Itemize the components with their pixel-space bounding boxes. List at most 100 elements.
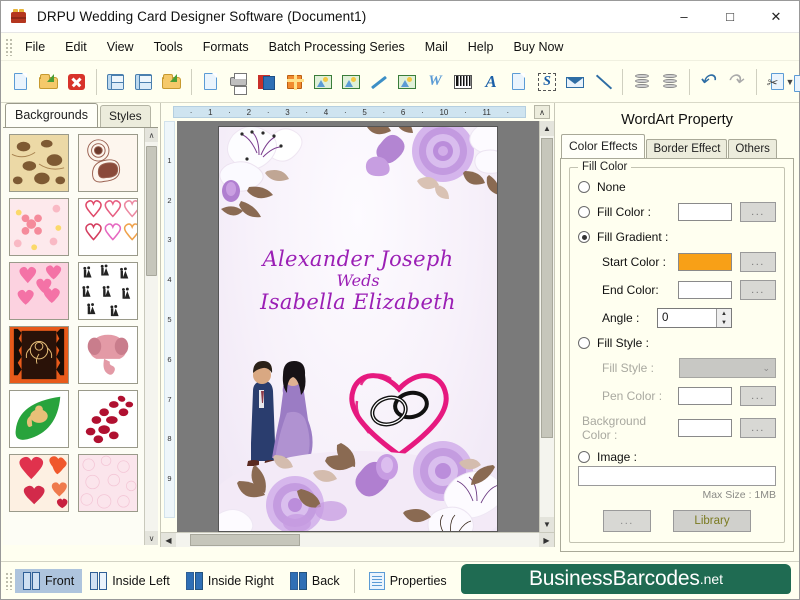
text-document-button[interactable]	[505, 67, 533, 97]
background-thumb-green-leaf-ganesha[interactable]	[9, 390, 69, 448]
menu-batch-processing-series[interactable]: Batch Processing Series	[259, 35, 415, 59]
start-color-swatch[interactable]	[678, 253, 732, 271]
background-color-browse-button[interactable]: ...	[740, 418, 776, 438]
close-document-button[interactable]	[63, 67, 91, 97]
card-side-front[interactable]: Front	[15, 569, 82, 593]
tab-styles[interactable]: Styles	[100, 105, 151, 127]
angle-decrement-button[interactable]: ▼	[717, 318, 731, 327]
barcode-button[interactable]	[449, 67, 477, 97]
vertical-ruler[interactable]: 1 2 3 4 5 6 7 8 9	[161, 121, 177, 532]
tab-backgrounds[interactable]: Backgrounds	[5, 103, 98, 127]
card-properties[interactable]: Properties	[361, 569, 455, 593]
background-thumb-red-rose-petals[interactable]	[78, 390, 138, 448]
canvas-scroll-right-button[interactable]: ▶	[539, 533, 554, 547]
canvas-scroll-down-button[interactable]: ▼	[540, 517, 554, 532]
import-button[interactable]	[158, 67, 186, 97]
background-thumb-wedding-couples[interactable]	[78, 262, 138, 320]
angle-stepper[interactable]: ▲ ▼	[716, 309, 731, 327]
fill-gradient-radio[interactable]	[578, 231, 590, 243]
fill-none-row[interactable]: None	[578, 180, 776, 194]
canvas-scroll-track[interactable]	[540, 136, 554, 517]
menu-drag-grip[interactable]	[5, 38, 13, 56]
card-canvas[interactable]: Alexander Joseph Weds Isabella Elizabeth	[177, 121, 539, 532]
image-library-button[interactable]: Library	[673, 510, 751, 532]
tab-others[interactable]: Others	[728, 139, 777, 158]
pen-tool-button[interactable]	[365, 67, 393, 97]
menu-tools[interactable]: Tools	[144, 35, 193, 59]
image-browse-button[interactable]: ...	[603, 510, 651, 532]
fill-color-row[interactable]: Fill Color : ...	[578, 202, 776, 222]
add-image-button[interactable]	[337, 67, 365, 97]
scroll-track[interactable]	[145, 142, 158, 531]
watermark-button[interactable]: W	[421, 67, 449, 97]
pen-color-browse-button[interactable]: ...	[740, 386, 776, 406]
background-thumb-glitter-hearts[interactable]	[9, 454, 69, 512]
background-thumb-pink-blossom[interactable]	[9, 198, 69, 256]
fill-style-dropdown[interactable]: ⌄	[679, 358, 776, 378]
menu-mail[interactable]: Mail	[415, 35, 458, 59]
image-row[interactable]: Image :	[578, 450, 776, 464]
end-color-browse-button[interactable]: ...	[740, 280, 776, 300]
end-color-row[interactable]: End Color: ...	[578, 280, 776, 300]
scroll-down-button[interactable]: ∨	[145, 531, 158, 545]
panel-collapse-button[interactable]: ∧	[534, 105, 550, 119]
bottombar-drag-grip[interactable]	[5, 572, 13, 590]
print-preview-button[interactable]	[197, 67, 225, 97]
pen-color-swatch[interactable]	[678, 387, 732, 405]
canvas-hscroll-thumb[interactable]	[190, 534, 300, 546]
card-side-back[interactable]: Back	[282, 569, 348, 593]
line-tool-button[interactable]	[589, 67, 617, 97]
menu-buy-now[interactable]: Buy Now	[503, 35, 573, 59]
background-thumb-paisley-mandala[interactable]	[78, 134, 138, 192]
background-thumb-orange-ganesha[interactable]	[9, 326, 69, 384]
canvas-scroll-up-button[interactable]: ▲	[540, 121, 554, 136]
background-list-scrollbar[interactable]: ∧ ∨	[144, 128, 158, 545]
tab-border-effect[interactable]: Border Effect	[646, 139, 727, 158]
menu-help[interactable]: Help	[458, 35, 504, 59]
database-gold-button[interactable]	[628, 67, 656, 97]
background-thumb-floral-beige[interactable]	[9, 134, 69, 192]
card-side-inside-right[interactable]: Inside Right	[178, 569, 282, 593]
start-color-browse-button[interactable]: ...	[740, 252, 776, 272]
card-templates-button[interactable]	[253, 67, 281, 97]
canvas-scroll-thumb[interactable]	[541, 138, 553, 438]
wedding-card-design[interactable]: Alexander Joseph Weds Isabella Elizabeth	[219, 127, 497, 531]
scroll-thumb[interactable]	[146, 146, 157, 276]
fill-color-swatch[interactable]	[678, 203, 732, 221]
database-button[interactable]	[656, 67, 684, 97]
menu-edit[interactable]: Edit	[55, 35, 97, 59]
photo-button[interactable]	[309, 67, 337, 97]
close-button[interactable]: ✕	[753, 1, 799, 33]
tab-color-effects[interactable]: Color Effects	[561, 134, 645, 158]
image-radio[interactable]	[578, 451, 590, 463]
fill-gradient-row[interactable]: Fill Gradient :	[578, 230, 776, 244]
background-color-swatch[interactable]	[678, 419, 732, 437]
scroll-up-button[interactable]: ∧	[145, 128, 158, 142]
fill-none-radio[interactable]	[578, 181, 590, 193]
email-button[interactable]	[561, 67, 589, 97]
menu-formats[interactable]: Formats	[193, 35, 259, 59]
fill-color-radio[interactable]	[578, 206, 590, 218]
start-color-row[interactable]: Start Color : ...	[578, 252, 776, 272]
menu-file[interactable]: File	[15, 35, 55, 59]
new-document-button[interactable]	[7, 67, 35, 97]
canvas-horizontal-scrollbar[interactable]: ◀ ▶	[161, 532, 554, 547]
image-path-input[interactable]	[578, 466, 776, 486]
background-thumb-pink-texture[interactable]	[78, 454, 138, 512]
background-thumb-pink-hearts[interactable]	[9, 262, 69, 320]
canvas-hscroll-track[interactable]	[176, 533, 539, 547]
canvas-scroll-left-button[interactable]: ◀	[161, 533, 176, 547]
horizontal-ruler-bar[interactable]: · 1 · 2 · 3 · 4 · 5 · 6 · 10 ·	[173, 106, 526, 118]
menu-view[interactable]: View	[97, 35, 144, 59]
fill-color-browse-button[interactable]: ...	[740, 202, 776, 222]
fill-style-radio-row[interactable]: Fill Style :	[578, 336, 776, 350]
background-thumb-heart-outlines[interactable]	[78, 198, 138, 256]
angle-row[interactable]: Angle : 0 ▲ ▼	[578, 308, 776, 328]
background-thumb-pink-elephant[interactable]	[78, 326, 138, 384]
wordart-button[interactable]: S	[533, 67, 561, 97]
card-side-inside-left[interactable]: Inside Left	[82, 569, 178, 593]
card-names-wordart[interactable]: Alexander Joseph Weds Isabella Elizabeth	[219, 249, 497, 313]
minimize-button[interactable]: –	[661, 1, 707, 33]
save-as-button[interactable]	[130, 67, 158, 97]
end-color-swatch[interactable]	[678, 281, 732, 299]
